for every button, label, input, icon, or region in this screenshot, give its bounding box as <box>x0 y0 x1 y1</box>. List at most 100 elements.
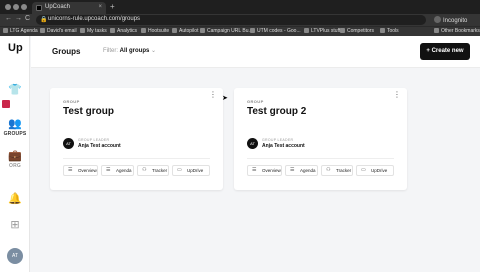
back-icon[interactable]: ← <box>5 15 12 22</box>
chevron-down-icon: ⌄ <box>151 48 157 54</box>
bookmark-icon <box>40 28 45 33</box>
bookmark-item[interactable]: David's email <box>40 28 77 34</box>
bookmark-icon <box>380 28 385 33</box>
folder-icon: ▭ <box>361 167 366 173</box>
sidebar-item-profile[interactable]: 👕 <box>0 84 30 96</box>
bookmark-icon <box>141 28 146 33</box>
tab-title: UpCoach <box>45 4 71 10</box>
incognito-icon <box>434 16 441 23</box>
list-icon: ☰ <box>290 167 295 173</box>
list-icon: ☰ <box>106 167 111 173</box>
forward-icon[interactable]: → <box>15 15 22 22</box>
bookmark-icon <box>304 28 309 33</box>
sidebar-notification-marker <box>2 100 10 108</box>
sidebar-item-notifications[interactable]: 🔔 <box>0 193 30 205</box>
sidebar-item-label: ORG <box>9 163 21 169</box>
leader-role: GROUP LEADER <box>78 138 110 142</box>
incognito-label: Incognito <box>443 18 468 24</box>
group-card[interactable]: GROUP Test group 2 ⋮ AT GROUP LEADER Anj… <box>234 88 407 190</box>
list-icon: ☰ <box>68 167 73 173</box>
bookmark-icon <box>434 28 439 33</box>
bookmark-item[interactable]: Analytics <box>110 28 137 34</box>
overview-button[interactable]: ☰ Overview <box>247 165 282 176</box>
card-divider <box>247 158 394 159</box>
maximize-window-dot[interactable] <box>21 4 27 10</box>
bookmark-item[interactable]: Campaign URL Bu... <box>200 28 253 34</box>
filter-label: Filter: <box>103 48 118 54</box>
bookmark-icon <box>250 28 255 33</box>
tracker-button[interactable]: ⚇ Tracker <box>137 165 169 176</box>
updrive-button[interactable]: ▭ UpDrive <box>172 165 210 176</box>
leader-name: Anja Test account <box>262 143 305 149</box>
reload-icon[interactable]: C <box>25 15 30 22</box>
tracker-button[interactable]: ⚇ Tracker <box>321 165 353 176</box>
bookmark-item[interactable]: Tools <box>380 28 399 34</box>
minimize-window-dot[interactable] <box>13 4 19 10</box>
group-filter[interactable]: Filter: All groups ⌄ <box>103 47 156 54</box>
folder-icon: ▭ <box>177 167 182 173</box>
groups-icon: 👥 <box>8 118 22 130</box>
bookmark-icon <box>3 28 8 33</box>
incognito-indicator[interactable]: Incognito <box>434 16 467 24</box>
browser-tab[interactable]: UpCoach × <box>32 2 106 14</box>
group-card[interactable]: GROUP Test group ⋮ AT GROUP LEADER Anja … <box>50 88 223 190</box>
briefcase-icon: 💼 <box>8 150 22 162</box>
bookmark-icon <box>340 28 345 33</box>
agenda-button[interactable]: ☰ Agenda <box>101 165 134 176</box>
group-eyebrow: GROUP <box>247 99 264 104</box>
user-avatar[interactable]: AT <box>7 248 23 264</box>
bell-icon: 🔔 <box>8 193 22 205</box>
browser-tab-strip: UpCoach × + <box>0 0 480 14</box>
people-icon: ⚇ <box>142 167 147 173</box>
lock-icon: 🔒 <box>40 17 48 23</box>
page-title: Groups <box>52 47 81 56</box>
bookmark-item[interactable]: Competitors <box>340 28 374 34</box>
new-tab-button[interactable]: + <box>110 2 115 11</box>
bookmark-item[interactable]: Autopilot <box>172 28 198 34</box>
browser-toolbar: ← → C 🔒 unicorns-rule.upcoach.com/groups… <box>0 14 480 26</box>
leader-role: GROUP LEADER <box>262 138 294 142</box>
bookmark-item[interactable]: My tasks <box>80 28 107 34</box>
create-new-button[interactable]: + Create new <box>420 43 470 60</box>
more-options-icon[interactable]: ⋮ <box>393 91 401 99</box>
sidebar-item-org[interactable]: 💼 ORG <box>0 150 30 169</box>
leader-avatar: AT <box>63 138 74 149</box>
bookmarks-bar: LTG Agenda David's email My tasks Analyt… <box>0 26 480 36</box>
people-icon: ⚇ <box>326 167 331 173</box>
overview-button[interactable]: ☰ Overview <box>63 165 98 176</box>
leader-name: Anja Test account <box>78 143 121 149</box>
bookmark-item[interactable]: UTM codes - Goo... <box>250 28 301 34</box>
plus-square-icon: ⊞ <box>10 219 20 231</box>
page-header: Groups Filter: All groups ⌄ + Create new <box>31 36 480 68</box>
group-eyebrow: GROUP <box>63 99 80 104</box>
mouse-cursor-icon: ➤ <box>222 95 228 102</box>
bookmark-icon <box>110 28 115 33</box>
group-name[interactable]: Test group 2 <box>247 106 306 117</box>
leader-avatar: AT <box>247 138 258 149</box>
shirt-icon: 👕 <box>8 84 22 96</box>
list-icon: ☰ <box>252 167 257 173</box>
card-divider <box>63 158 210 159</box>
more-options-icon[interactable]: ⋮ <box>209 91 217 99</box>
bookmark-icon <box>80 28 85 33</box>
bookmark-item[interactable]: LTVPlus stuff <box>304 28 340 34</box>
tab-close-icon[interactable]: × <box>98 4 102 10</box>
app-root: Up 👕 👥 GROUPS 💼 ORG 🔔 ⊞ AT Groups Filter… <box>0 36 480 272</box>
sidebar-item-add[interactable]: ⊞ <box>0 219 30 231</box>
upcoach-logo[interactable]: Up <box>8 42 23 54</box>
group-name[interactable]: Test group <box>63 106 114 117</box>
sidebar-item-groups[interactable]: 👥 GROUPS <box>0 118 30 137</box>
upcoach-favicon-icon <box>36 5 42 11</box>
updrive-button[interactable]: ▭ UpDrive <box>356 165 394 176</box>
bookmark-item[interactable]: Other Bookmarks <box>434 28 480 34</box>
filter-value: All groups <box>119 48 150 54</box>
url-text: unicorns-rule.upcoach.com/groups <box>48 16 141 22</box>
bookmark-item[interactable]: LTG Agenda <box>3 28 38 34</box>
close-window-dot[interactable] <box>5 4 11 10</box>
sidebar: Up 👕 👥 GROUPS 💼 ORG 🔔 ⊞ AT <box>0 36 30 272</box>
agenda-button[interactable]: ☰ Agenda <box>285 165 318 176</box>
bookmark-icon <box>172 28 177 33</box>
bookmark-item[interactable]: Hootsuite <box>141 28 169 34</box>
address-bar[interactable]: 🔒 unicorns-rule.upcoach.com/groups <box>36 15 426 25</box>
bookmark-icon <box>200 28 205 33</box>
